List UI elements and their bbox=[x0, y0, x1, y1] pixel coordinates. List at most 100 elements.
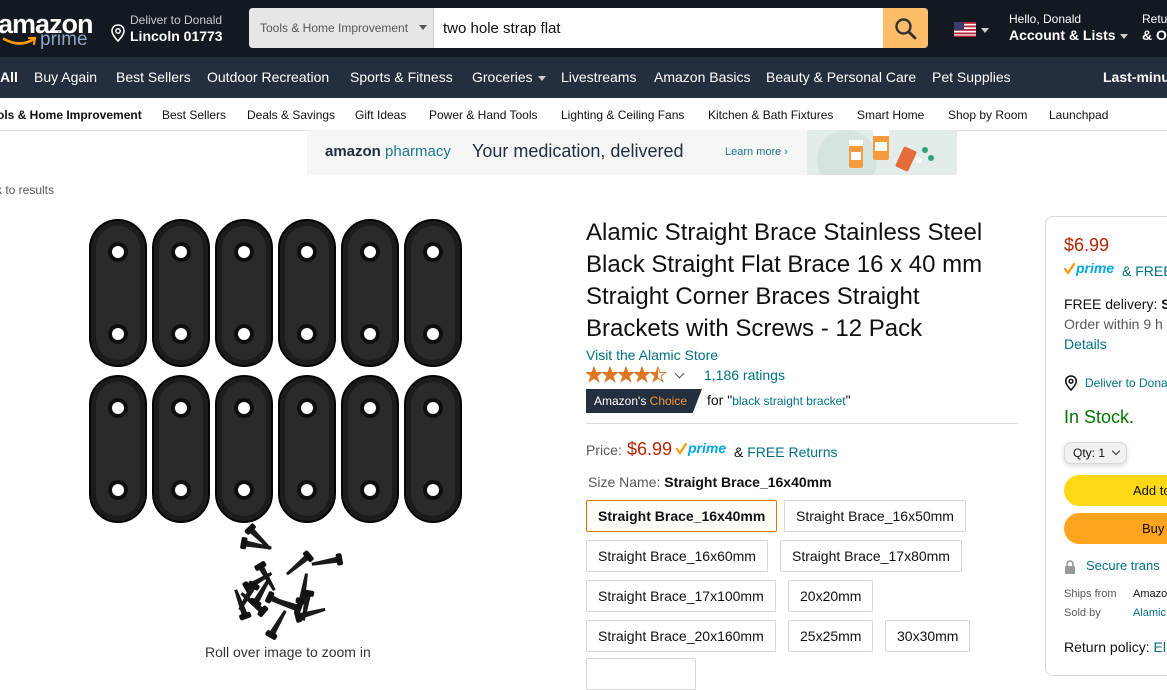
subnav-item-gift-ideas[interactable]: Gift Ideas bbox=[355, 108, 406, 122]
ships-from-value: Amazo bbox=[1133, 588, 1167, 600]
nav-item-last-minute[interactable]: Last-minu bbox=[1103, 69, 1167, 85]
pharmacy-logo: amazon pharmacy bbox=[325, 143, 451, 160]
buybox-prime: prime & FREE bbox=[1063, 260, 1167, 282]
deliver-to-label: Deliver to Donald bbox=[130, 13, 223, 27]
nav-item-beauty-personal-care[interactable]: Beauty & Personal Care bbox=[766, 69, 916, 85]
size-option[interactable]: 25x25mm bbox=[788, 620, 874, 652]
price-value: $6.99 bbox=[627, 439, 673, 459]
returns-orders[interactable]: Retu & O bbox=[1142, 12, 1167, 43]
quantity-select[interactable]: Qty: 1 bbox=[1064, 442, 1127, 464]
return-policy-link[interactable]: El bbox=[1153, 639, 1165, 655]
caret-down-icon bbox=[1119, 33, 1128, 39]
return-policy: Return policy: El bbox=[1064, 639, 1166, 655]
buy-now-button[interactable]: Buy bbox=[1064, 513, 1167, 544]
nav-item-amazon-basics[interactable]: Amazon Basics bbox=[654, 69, 750, 85]
choice-keyword-link[interactable]: black straight bracket bbox=[732, 394, 845, 408]
search-category-label: Tools & Home Improvement bbox=[260, 21, 409, 35]
category-subnav: ols & Home Improvement Best Sellers Deal… bbox=[0, 98, 1167, 131]
prime-wordmark: prime bbox=[687, 441, 726, 456]
search-category-select[interactable]: Tools & Home Improvement bbox=[249, 8, 434, 48]
size-option[interactable]: 20x20mm bbox=[788, 580, 874, 612]
brace-product-image bbox=[89, 219, 462, 641]
chevron-down-icon[interactable] bbox=[674, 368, 685, 379]
visit-store-link[interactable]: Visit the Alamic Store bbox=[586, 347, 718, 363]
account-lists[interactable]: Hello, Donald Account & Lists bbox=[1009, 12, 1128, 43]
nav-item-outdoor-recreation[interactable]: Outdoor Recreation bbox=[207, 69, 329, 85]
ratings-count-link[interactable]: 1,186 ratings bbox=[704, 367, 785, 383]
free-returns-link[interactable]: FREE Returns bbox=[747, 444, 837, 460]
product-image[interactable] bbox=[80, 212, 480, 642]
size-option[interactable]: Straight Brace_17x80mm bbox=[780, 540, 962, 572]
orders-label: & O bbox=[1142, 27, 1167, 43]
nav-item-pet-supplies[interactable]: Pet Supplies bbox=[932, 69, 1011, 85]
chevron-down-icon bbox=[1111, 446, 1121, 456]
sold-by-label: Sold by bbox=[1064, 607, 1101, 619]
banner-tagline: Your medication, delivered bbox=[472, 141, 684, 161]
nav-item-groceries-label: Groceries bbox=[472, 69, 533, 85]
subnav-item-smart-home[interactable]: Smart Home bbox=[857, 108, 924, 122]
price-label: Price: bbox=[586, 442, 622, 458]
zoom-hint: Roll over image to zoom in bbox=[205, 644, 371, 660]
return-policy-label: Return policy: bbox=[1064, 639, 1150, 655]
back-to-results-link[interactable]: k to results bbox=[0, 183, 54, 197]
subnav-item-best-sellers[interactable]: Best Sellers bbox=[162, 108, 226, 122]
ships-from-label: Ships from bbox=[1064, 588, 1117, 600]
subnav-item-launchpad[interactable]: Launchpad bbox=[1049, 108, 1108, 122]
nav-item-buy-again[interactable]: Buy Again bbox=[34, 69, 97, 85]
pharmacy-logo-pharmacy: pharmacy bbox=[385, 143, 451, 160]
subnav-item-kitchen-bath-fixtures[interactable]: Kitchen & Bath Fixtures bbox=[708, 108, 833, 122]
caret-down-icon bbox=[419, 25, 427, 30]
delivery-date: S bbox=[1161, 296, 1167, 312]
buybox-free-amp: & bbox=[1122, 263, 1132, 279]
amazon-prime-logo[interactable]: amazon prime bbox=[0, 11, 94, 51]
lock-icon bbox=[1065, 560, 1075, 574]
sold-by-link[interactable]: Alamic bbox=[1133, 607, 1166, 619]
pill-bottles-illustration bbox=[807, 130, 957, 175]
buybox-prime-wordmark: prime bbox=[1075, 261, 1114, 276]
nav-all[interactable]: All bbox=[0, 69, 18, 85]
delivery-info: FREE delivery: S Order within 9 h Detail… bbox=[1064, 294, 1167, 354]
choice-for-suffix: " bbox=[845, 392, 851, 408]
account-greeting: Hello, Donald bbox=[1009, 12, 1082, 26]
search-icon bbox=[895, 18, 917, 40]
subnav-item-shop-by-room[interactable]: Shop by Room bbox=[948, 108, 1027, 122]
banner-learn-more[interactable]: Learn more › bbox=[725, 146, 788, 158]
location-pin-icon bbox=[1064, 375, 1078, 391]
search-input[interactable] bbox=[434, 8, 883, 48]
subnav-item-power-hand-tools[interactable]: Power & Hand Tools bbox=[429, 108, 538, 122]
divider bbox=[586, 423, 1018, 424]
language-selector[interactable] bbox=[954, 22, 990, 38]
account-label: Account & Lists bbox=[1009, 27, 1116, 43]
free-returns: & FREE Returns bbox=[734, 444, 837, 460]
buybox-free-returns: & FREE bbox=[1122, 263, 1167, 279]
subnav-item-lighting-ceiling-fans[interactable]: Lighting & Ceiling Fans bbox=[561, 108, 684, 122]
delivery-details-link[interactable]: Details bbox=[1064, 336, 1107, 352]
nav-item-livestreams[interactable]: Livestreams bbox=[561, 69, 636, 85]
nav-item-best-sellers[interactable]: Best Sellers bbox=[116, 69, 191, 85]
buybox-free-link[interactable]: FREE bbox=[1135, 263, 1167, 279]
free-returns-amp: & bbox=[734, 444, 744, 460]
product-title: Alamic Straight Brace Stainless Steel Bl… bbox=[586, 219, 983, 342]
size-option[interactable]: Straight Brace_16x60mm bbox=[586, 540, 768, 572]
star-rating-icon bbox=[586, 366, 666, 382]
size-option[interactable]: Straight Brace_16x50mm bbox=[784, 500, 966, 532]
nav-item-groceries[interactable]: Groceries bbox=[472, 69, 546, 85]
logo-prime: prime bbox=[40, 29, 88, 50]
caret-down-icon bbox=[981, 28, 989, 33]
secure-transaction-text: Secure trans bbox=[1086, 558, 1160, 573]
main-nav: All Buy Again Best Sellers Outdoor Recre… bbox=[0, 57, 1167, 98]
smile-arrow-icon bbox=[2, 36, 37, 46]
size-option[interactable]: Straight Brace_16x40mm bbox=[586, 500, 778, 532]
size-option[interactable]: 30x30mm bbox=[885, 620, 971, 652]
prime-badge: prime bbox=[675, 440, 732, 462]
amazons-choice-badge: Amazon's Choice bbox=[586, 389, 702, 413]
amazon-pharmacy-banner[interactable]: amazon pharmacy Your medication, deliver… bbox=[307, 130, 957, 175]
subnav-item-deals-savings[interactable]: Deals & Savings bbox=[247, 108, 335, 122]
size-option[interactable]: Straight Brace_17x100mm bbox=[586, 580, 776, 612]
nav-item-sports-fitness[interactable]: Sports & Fitness bbox=[350, 69, 453, 85]
subnav-category-title[interactable]: ols & Home Improvement bbox=[0, 108, 142, 122]
size-option[interactable]: Straight Brace_20x160mm bbox=[586, 620, 776, 652]
search-button[interactable] bbox=[883, 8, 928, 48]
add-to-cart-button[interactable]: Add to bbox=[1064, 475, 1167, 506]
size-name-value: Straight Brace_16x40mm bbox=[664, 474, 832, 490]
